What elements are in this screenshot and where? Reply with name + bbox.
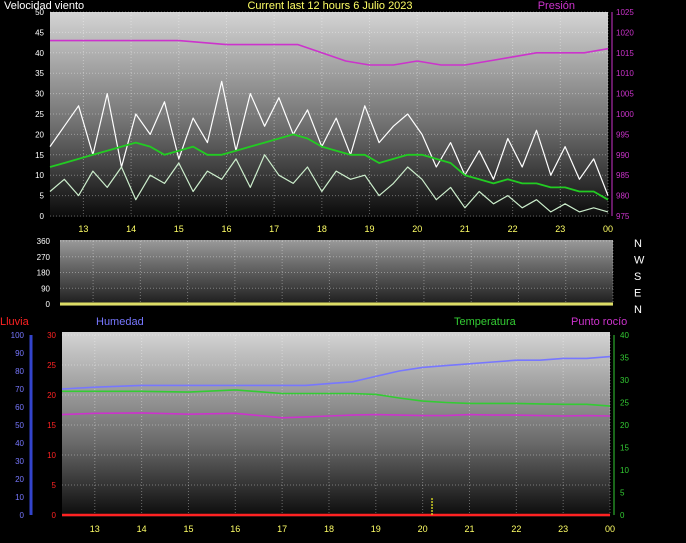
direction-letter-label: E xyxy=(634,288,641,300)
wind-speed-tick-label: 45 xyxy=(35,28,44,37)
temp-x-tick-label: 23 xyxy=(558,524,568,534)
pressure-tick-label: 1015 xyxy=(616,49,634,58)
wind-speed-label: Velocidad viento xyxy=(4,0,84,12)
temp-x-tick-label: 17 xyxy=(277,524,287,534)
direction-tick-label: 0 xyxy=(46,300,51,309)
humidity-tick-label: 100 xyxy=(11,331,25,340)
temp-x-tick-label: 18 xyxy=(324,524,334,534)
humidity-tick-label: 30 xyxy=(15,457,24,466)
temp-x-tick-label: 00 xyxy=(605,524,615,534)
rain-tick-label: 25 xyxy=(47,361,56,370)
direction-letter-label: W xyxy=(634,255,645,267)
pressure-tick-label: 1020 xyxy=(616,28,634,37)
chart-title: Current last 12 hours 6 Julio 2023 xyxy=(247,0,412,12)
rain-tick-label: 30 xyxy=(47,331,56,340)
wind-speed-tick-label: 0 xyxy=(40,212,45,221)
temp-x-tick-label: 21 xyxy=(464,524,474,534)
humidity-tick-label: 10 xyxy=(15,493,24,502)
temperature-tick-label: 10 xyxy=(620,466,629,475)
temp-x-tick-label: 20 xyxy=(418,524,428,534)
wind-speed-tick-label: 10 xyxy=(35,171,44,180)
temp-x-tick-label: 22 xyxy=(511,524,521,534)
wind-x-tick-label: 20 xyxy=(412,224,422,234)
wind-x-tick-label: 18 xyxy=(317,224,327,234)
wind-speed-tick-label: 5 xyxy=(40,192,45,201)
humidity-label: Humedad xyxy=(96,316,144,328)
temperature-tick-label: 5 xyxy=(620,489,625,498)
wind-x-tick-label: 19 xyxy=(365,224,375,234)
temp-x-tick-label: 16 xyxy=(230,524,240,534)
pressure-tick-label: 1025 xyxy=(616,8,634,17)
weather-chart: 13 14 15 16 17 18 19 20 21 22 23 000510152025303540… xyxy=(0,0,645,534)
wind-x-tick-label: 16 xyxy=(221,224,231,234)
pressure-label: Presión xyxy=(538,0,575,12)
pressure-tick-label: 975 xyxy=(616,212,630,221)
direction-tick-label: 360 xyxy=(37,237,51,246)
rain-tick-label: 20 xyxy=(47,391,56,400)
temperature-tick-label: 30 xyxy=(620,376,629,385)
pressure-tick-label: 985 xyxy=(616,171,630,180)
direction-tick-label: 270 xyxy=(37,253,51,262)
direction-letter-label: S xyxy=(634,271,641,283)
pressure-tick-label: 1000 xyxy=(616,110,634,119)
wind-speed-tick-label: 15 xyxy=(35,151,44,160)
temp-x-tick-label: 19 xyxy=(371,524,381,534)
rain-tick-label: 5 xyxy=(52,481,57,490)
humidity-tick-label: 70 xyxy=(15,385,24,394)
wind-speed-tick-label: 30 xyxy=(35,90,44,99)
humidity-tick-label: 0 xyxy=(20,511,25,520)
temperature-tick-label: 20 xyxy=(620,421,629,430)
rain-label: Lluvia xyxy=(0,316,30,328)
pressure-tick-label: 990 xyxy=(616,151,630,160)
temp-x-tick-label: 14 xyxy=(137,524,147,534)
dew-point-label: Punto rocío xyxy=(571,316,627,328)
temperature-tick-label: 35 xyxy=(620,354,629,363)
direction-tick-label: 90 xyxy=(41,284,50,293)
wind-x-tick-label: 13 xyxy=(78,224,88,234)
pressure-tick-label: 995 xyxy=(616,130,630,139)
humidity-tick-label: 20 xyxy=(15,475,24,484)
humidity-tick-label: 80 xyxy=(15,367,24,376)
humidity-tick-label: 40 xyxy=(15,439,24,448)
wind-x-tick-label: 17 xyxy=(269,224,279,234)
direction-tick-label: 180 xyxy=(37,269,51,278)
pressure-tick-label: 1005 xyxy=(616,90,634,99)
wind-speed-tick-label: 25 xyxy=(35,110,44,119)
wind-x-tick-label: 22 xyxy=(508,224,518,234)
pressure-tick-label: 980 xyxy=(616,192,630,201)
direction-letter-label: N xyxy=(634,238,642,250)
temperature-label: Temperatura xyxy=(454,316,517,328)
wind-speed-tick-label: 40 xyxy=(35,49,44,58)
wind-speed-tick-label: 20 xyxy=(35,130,44,139)
temp-x-tick-label: 13 xyxy=(90,524,100,534)
wind-x-tick-label: 23 xyxy=(555,224,565,234)
humidity-tick-label: 90 xyxy=(15,349,24,358)
wind-speed-tick-label: 35 xyxy=(35,69,44,78)
wind-x-tick-label: 00 xyxy=(603,224,613,234)
rain-tick-label: 15 xyxy=(47,421,56,430)
wind-x-tick-label: 14 xyxy=(126,224,136,234)
temperature-tick-label: 15 xyxy=(620,444,629,453)
temperature-tick-label: 0 xyxy=(620,511,625,520)
temperature-tick-label: 25 xyxy=(620,399,629,408)
wind-x-tick-label: 21 xyxy=(460,224,470,234)
direction-letter-label: N xyxy=(634,304,642,316)
pressure-tick-label: 1010 xyxy=(616,69,634,78)
temp-x-tick-label: 15 xyxy=(183,524,193,534)
humidity-tick-label: 50 xyxy=(15,421,24,430)
rain-tick-label: 0 xyxy=(52,511,57,520)
temperature-tick-label: 40 xyxy=(620,331,629,340)
wind-x-tick-label: 15 xyxy=(174,224,184,234)
humidity-tick-label: 60 xyxy=(15,403,24,412)
rain-tick-label: 10 xyxy=(47,451,56,460)
